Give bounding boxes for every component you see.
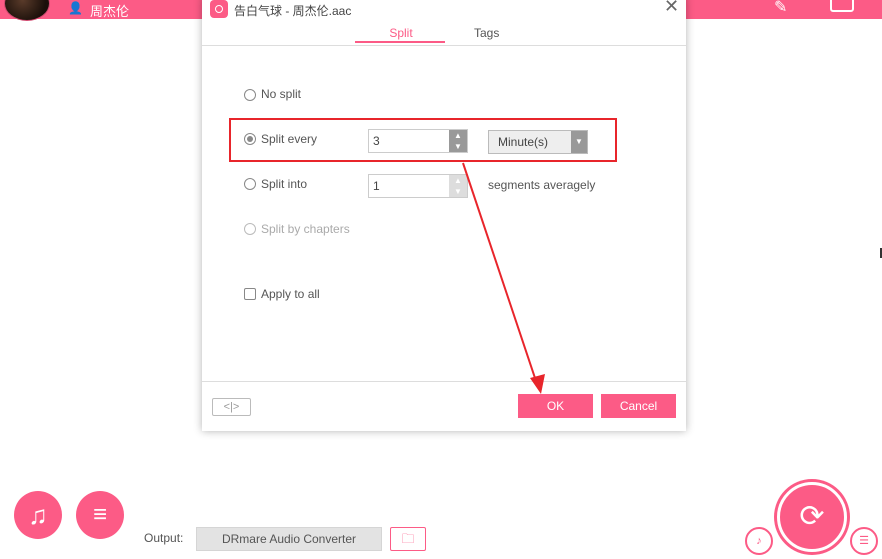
- tab-active-indicator: [355, 41, 445, 43]
- cancel-button[interactable]: Cancel: [601, 394, 676, 418]
- output-label: Output:: [144, 531, 184, 545]
- user-icon: 👤: [68, 1, 83, 15]
- split-every-label: Split every: [261, 132, 318, 146]
- album-art: [4, 0, 50, 21]
- stepper-buttons-disabled[interactable]: ▲ ▼: [449, 175, 467, 197]
- split-into-label: Split into: [261, 177, 308, 191]
- segments-label: segments averagely: [488, 178, 596, 192]
- split-every-radio[interactable]: [244, 133, 256, 145]
- artist-name: 周杰伦: [90, 4, 130, 19]
- split-panel: No split Split every 3 ▲ ▼ Minute(s) ▼ S…: [202, 45, 686, 382]
- split-every-stepper[interactable]: 3 ▲ ▼: [368, 129, 468, 153]
- apply-to-all-checkbox[interactable]: [244, 288, 256, 300]
- convert-icon[interactable]: ⟳: [777, 482, 847, 552]
- list-check-icon[interactable]: ☰: [850, 527, 878, 555]
- add-music-icon[interactable]: ♫: [14, 491, 62, 539]
- split-by-chapters-radio[interactable]: [244, 223, 256, 235]
- no-split-radio[interactable]: [244, 89, 256, 101]
- split-by-chapters-label: Split by chapters: [261, 222, 350, 236]
- split-into-value[interactable]: 1: [373, 179, 380, 193]
- apply-to-all-label: Apply to all: [261, 287, 320, 301]
- dropdown-arrow-icon[interactable]: ▼: [571, 131, 587, 153]
- close-icon[interactable]: ✕: [664, 0, 679, 17]
- chevron-down-icon[interactable]: ▼: [449, 141, 467, 152]
- pencil-icon[interactable]: ✎: [774, 0, 787, 17]
- output-path-field[interactable]: DRmare Audio Converter: [196, 527, 382, 551]
- unit-select-value: Minute(s): [498, 135, 549, 149]
- ok-button[interactable]: OK: [518, 394, 593, 418]
- prev-next-buttons[interactable]: <|>: [212, 398, 251, 416]
- window-icon[interactable]: [830, 0, 854, 12]
- chevron-up-icon[interactable]: ▲: [449, 130, 467, 141]
- split-into-stepper[interactable]: 1 ▲ ▼: [368, 174, 468, 198]
- unit-select[interactable]: Minute(s) ▼: [488, 130, 588, 154]
- chevron-down-icon[interactable]: ▼: [449, 186, 467, 197]
- no-split-label: No split: [261, 87, 302, 101]
- tab-split[interactable]: Split: [357, 26, 445, 40]
- split-into-radio[interactable]: [244, 178, 256, 190]
- add-playlist-icon[interactable]: ≡: [76, 491, 124, 539]
- folder-icon[interactable]: 🗀: [390, 527, 426, 551]
- split-every-value[interactable]: 3: [373, 134, 380, 148]
- chevron-up-icon[interactable]: ▲: [449, 175, 467, 186]
- app-icon: [210, 0, 228, 18]
- dialog-title: 告白气球 - 周杰伦.aac: [234, 4, 352, 18]
- split-dialog: 告白气球 - 周杰伦.aac ✕ Split Tags No split Spl…: [202, 0, 686, 431]
- tab-tags[interactable]: Tags: [474, 26, 499, 40]
- stepper-buttons[interactable]: ▲ ▼: [449, 130, 467, 152]
- file-audio-icon[interactable]: ♪: [745, 527, 773, 555]
